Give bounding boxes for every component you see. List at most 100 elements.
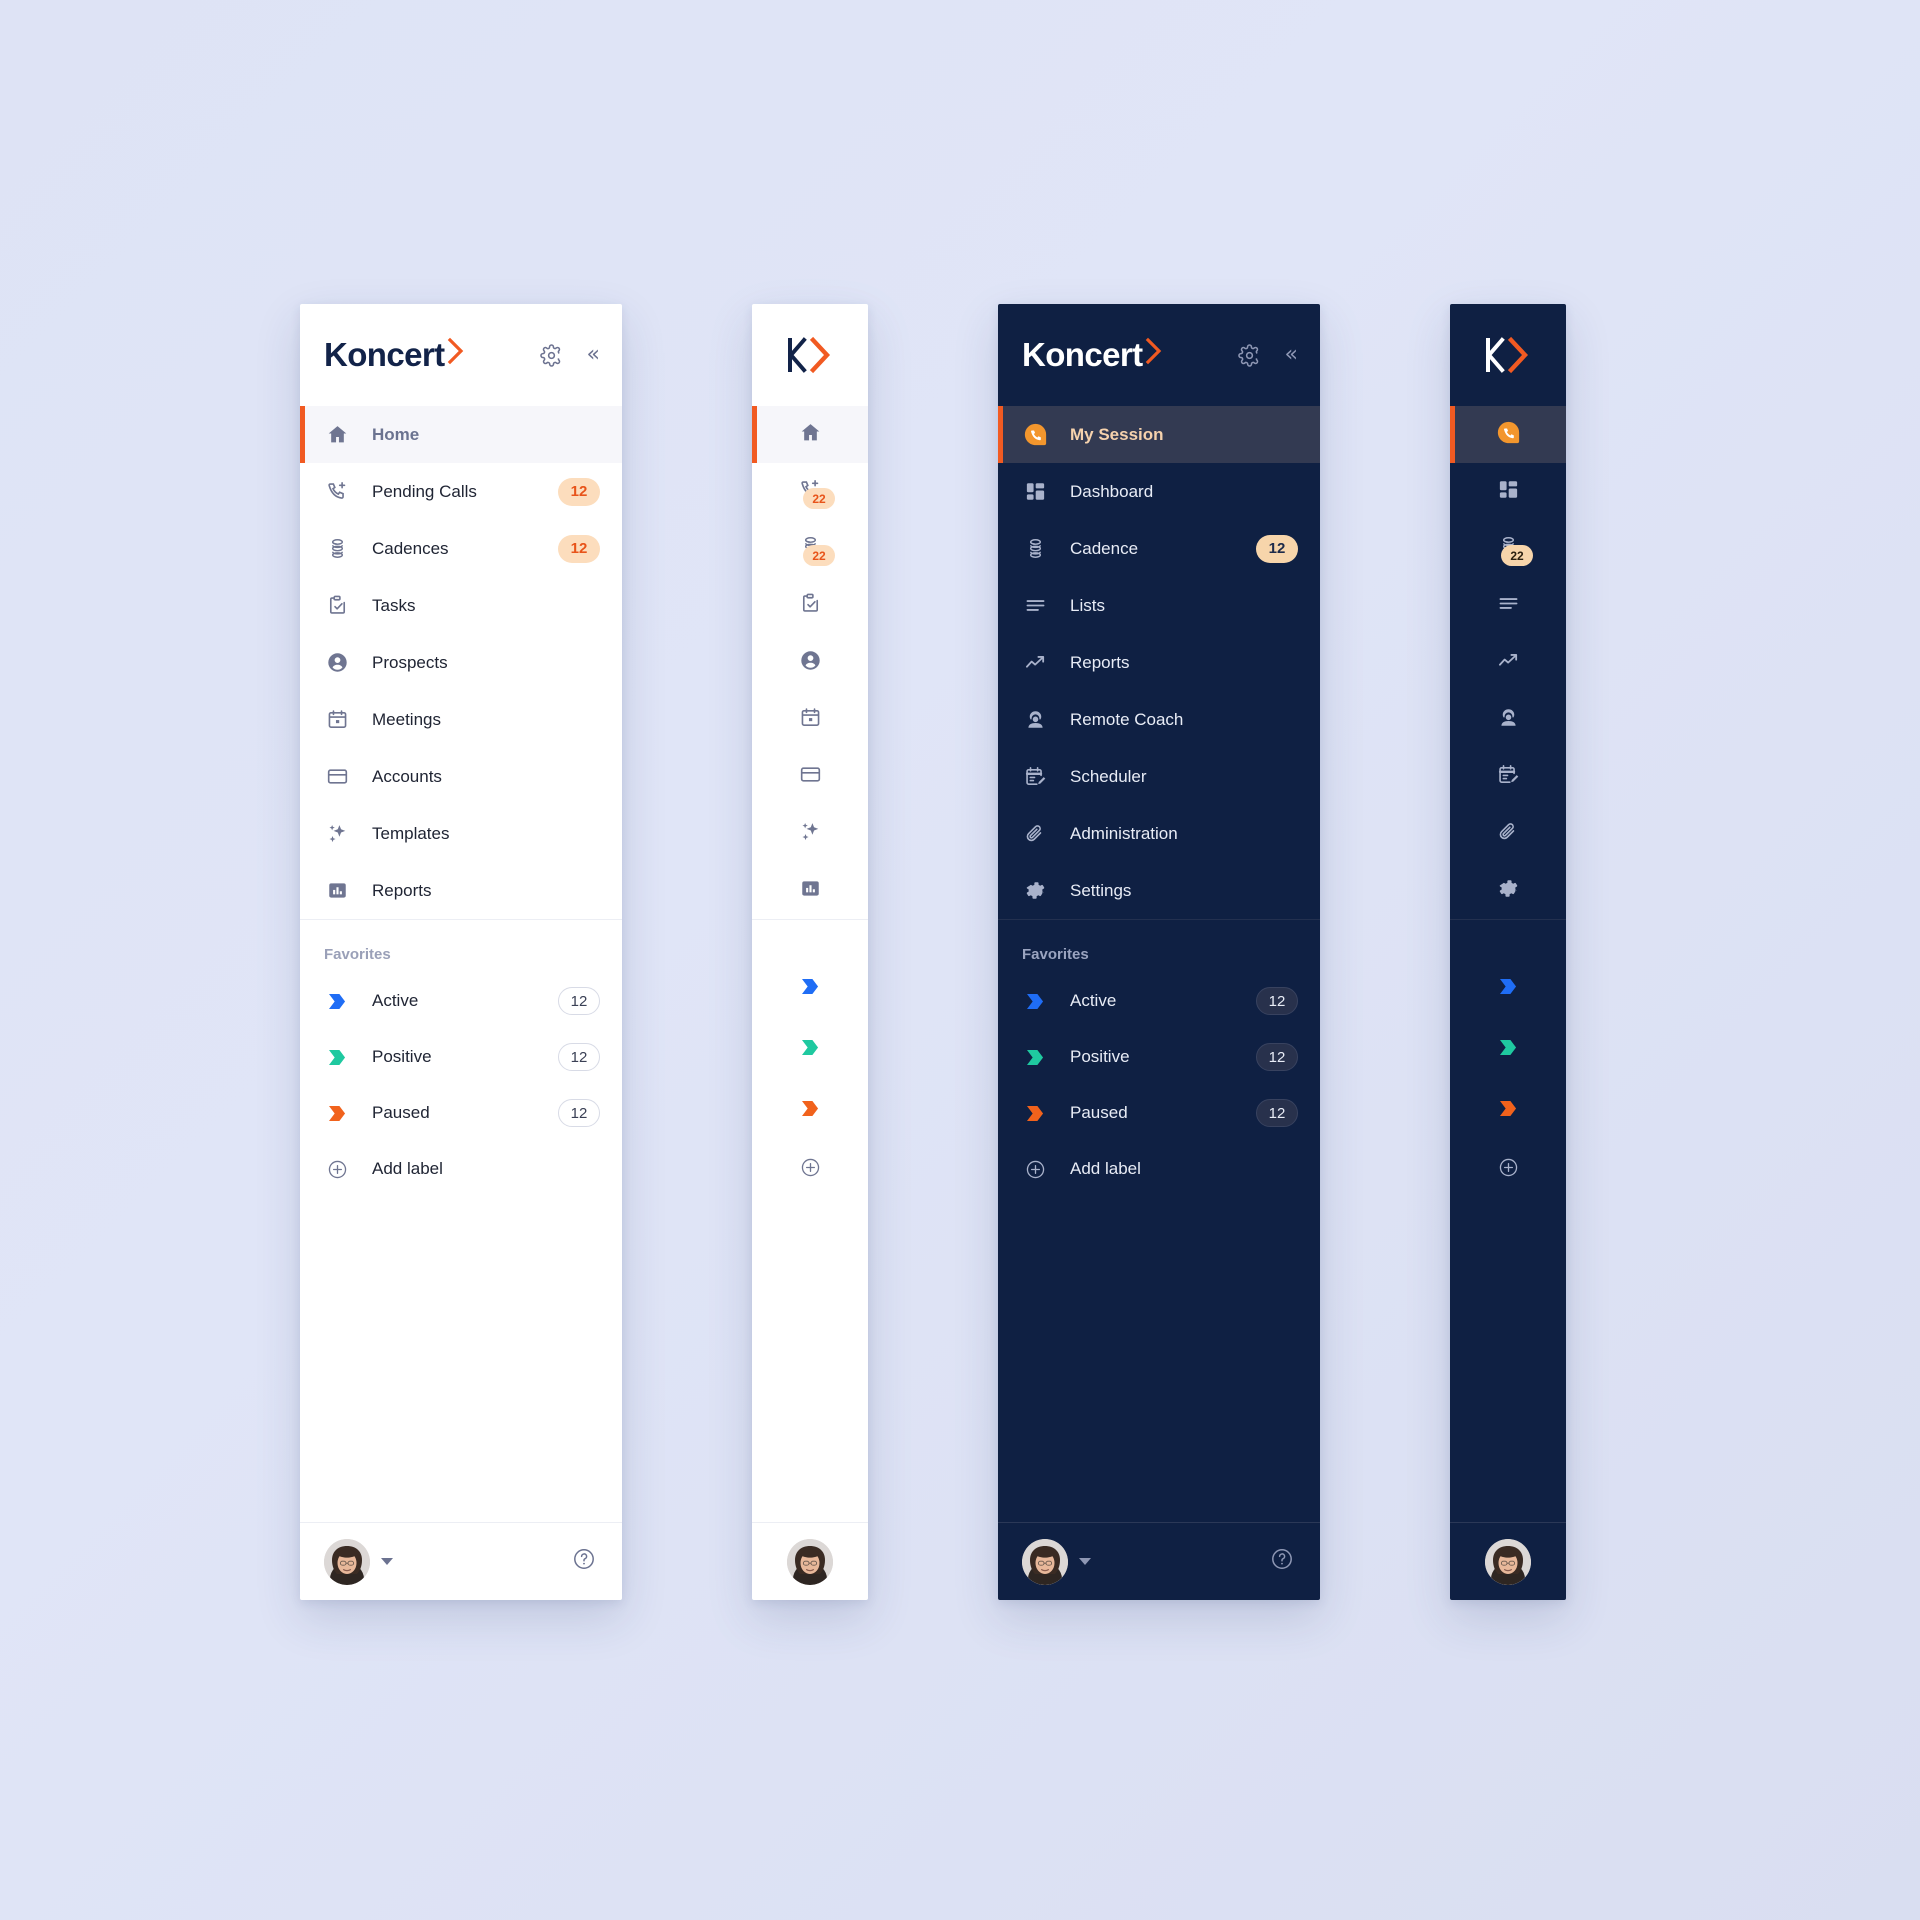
bar-chart-icon <box>324 878 350 904</box>
avatar[interactable] <box>324 1538 370 1585</box>
primary-nav-light: Home Pending Calls 12 Cadences 12 Tasks … <box>300 406 622 919</box>
rail-item-my-session[interactable] <box>1450 406 1566 463</box>
rail-favorite-paused[interactable] <box>752 1078 868 1139</box>
nav-label: Administration <box>1070 823 1178 843</box>
rail-add-label-button[interactable] <box>752 1139 868 1200</box>
rail-item-reports[interactable] <box>752 862 868 919</box>
avatar[interactable] <box>1022 1538 1068 1585</box>
favorite-label: Active <box>372 991 419 1010</box>
credit-card-icon <box>799 763 822 791</box>
favorite-label: Positive <box>1070 1047 1130 1066</box>
rail-favorite-paused[interactable] <box>1450 1078 1566 1139</box>
nav-item-reports[interactable]: Reports <box>300 862 622 919</box>
add-label-text: Add label <box>1070 1159 1141 1178</box>
calendar-icon <box>799 706 822 734</box>
favorite-item-positive[interactable]: Positive 12 <box>998 1029 1320 1085</box>
rail-favorite-positive[interactable] <box>752 1017 868 1078</box>
rail-item-accounts[interactable] <box>752 748 868 805</box>
rail-item-tasks[interactable] <box>752 577 868 634</box>
nav-item-dashboard[interactable]: Dashboard <box>998 463 1320 520</box>
nav-item-cadence[interactable]: Cadence 12 <box>998 520 1320 577</box>
rail-favorite-active[interactable] <box>1450 956 1566 1017</box>
clipboard-check-icon <box>799 592 822 620</box>
sidebar-footer <box>998 1522 1320 1600</box>
favorites-list: Active 12 Positive 12 Paused 12 Add labe… <box>998 973 1320 1197</box>
phone-plus-icon <box>324 479 350 505</box>
rail-item-settings[interactable] <box>1450 862 1566 919</box>
primary-nav-rail-dark: 22 <box>1450 406 1566 919</box>
favorite-item-positive[interactable]: Positive 12 <box>300 1029 622 1085</box>
nav-label: Prospects <box>372 652 448 672</box>
collapse-sidebar-button[interactable]: « <box>1285 344 1298 366</box>
logo-wordmark-text: Koncert <box>324 336 445 373</box>
rail-item-templates[interactable] <box>752 805 868 862</box>
rail-item-prospects[interactable] <box>752 634 868 691</box>
sidebar-collapsed-light: 22 22 <box>752 304 868 1600</box>
favorite-item-active[interactable]: Active 12 <box>998 973 1320 1029</box>
gear-icon <box>1497 877 1520 905</box>
phone-bubble-icon <box>1022 422 1048 448</box>
calendar-edit-icon <box>1022 764 1048 790</box>
gear-icon[interactable] <box>1237 342 1263 368</box>
rail-item-reports[interactable] <box>1450 634 1566 691</box>
favorite-item-paused[interactable]: Paused 12 <box>998 1085 1320 1141</box>
koncert-logo[interactable]: Koncert <box>1022 336 1163 374</box>
calendar-edit-icon <box>1497 763 1520 791</box>
add-label-button[interactable]: Add label <box>998 1141 1320 1197</box>
rail-favorite-active[interactable] <box>752 956 868 1017</box>
flag-icon <box>324 1044 350 1070</box>
favorite-item-active[interactable]: Active 12 <box>300 973 622 1029</box>
rail-item-cadences[interactable]: 22 <box>752 520 868 577</box>
koncert-logo[interactable]: Koncert <box>324 336 465 374</box>
nav-item-templates[interactable]: Templates <box>300 805 622 862</box>
nav-item-tasks[interactable]: Tasks <box>300 577 622 634</box>
koncert-logo-mark[interactable] <box>784 336 836 374</box>
help-circle-icon[interactable] <box>1270 1547 1294 1576</box>
collapse-sidebar-button[interactable]: « <box>587 344 600 366</box>
nav-item-remote-coach[interactable]: Remote Coach <box>998 691 1320 748</box>
dashboard-grid-icon <box>1022 479 1048 505</box>
rail-item-scheduler[interactable] <box>1450 748 1566 805</box>
cadence-coil-icon <box>1022 536 1048 562</box>
nav-item-reports[interactable]: Reports <box>998 634 1320 691</box>
nav-item-administration[interactable]: Administration <box>998 805 1320 862</box>
avatar[interactable] <box>787 1538 833 1585</box>
rail-item-meetings[interactable] <box>752 691 868 748</box>
favorite-item-paused[interactable]: Paused 12 <box>300 1085 622 1141</box>
flag-icon <box>801 978 820 995</box>
rail-item-cadence[interactable]: 22 <box>1450 520 1566 577</box>
nav-item-pending-calls[interactable]: Pending Calls 12 <box>300 463 622 520</box>
nav-item-accounts[interactable]: Accounts <box>300 748 622 805</box>
nav-label: My Session <box>1070 424 1164 444</box>
koncert-logo-mark[interactable] <box>1482 336 1534 374</box>
plus-circle-icon <box>1022 1156 1048 1182</box>
nav-label: Meetings <box>372 709 441 729</box>
rail-item-lists[interactable] <box>1450 577 1566 634</box>
home-icon <box>324 422 350 448</box>
plus-circle-icon <box>800 1157 821 1183</box>
rail-item-home[interactable] <box>752 406 868 463</box>
rail-favorite-positive[interactable] <box>1450 1017 1566 1078</box>
caret-down-icon[interactable] <box>381 1558 393 1565</box>
caret-down-icon[interactable] <box>1079 1558 1091 1565</box>
avatar[interactable] <box>1485 1538 1531 1585</box>
bar-chart-icon <box>799 877 822 905</box>
nav-item-home[interactable]: Home <box>300 406 622 463</box>
rail-item-pending-calls[interactable]: 22 <box>752 463 868 520</box>
help-circle-icon[interactable] <box>572 1547 596 1576</box>
gear-icon[interactable] <box>539 342 565 368</box>
rail-add-label-button[interactable] <box>1450 1139 1566 1200</box>
rail-item-dashboard[interactable] <box>1450 463 1566 520</box>
cadence-coil-icon <box>324 536 350 562</box>
nav-item-lists[interactable]: Lists <box>998 577 1320 634</box>
nav-item-meetings[interactable]: Meetings <box>300 691 622 748</box>
rail-item-administration[interactable] <box>1450 805 1566 862</box>
nav-item-cadences[interactable]: Cadences 12 <box>300 520 622 577</box>
nav-item-prospects[interactable]: Prospects <box>300 634 622 691</box>
paperclip-icon <box>1497 820 1520 848</box>
nav-item-settings[interactable]: Settings <box>998 862 1320 919</box>
add-label-button[interactable]: Add label <box>300 1141 622 1197</box>
nav-item-scheduler[interactable]: Scheduler <box>998 748 1320 805</box>
rail-item-remote-coach[interactable] <box>1450 691 1566 748</box>
nav-item-my-session[interactable]: My Session <box>998 406 1320 463</box>
